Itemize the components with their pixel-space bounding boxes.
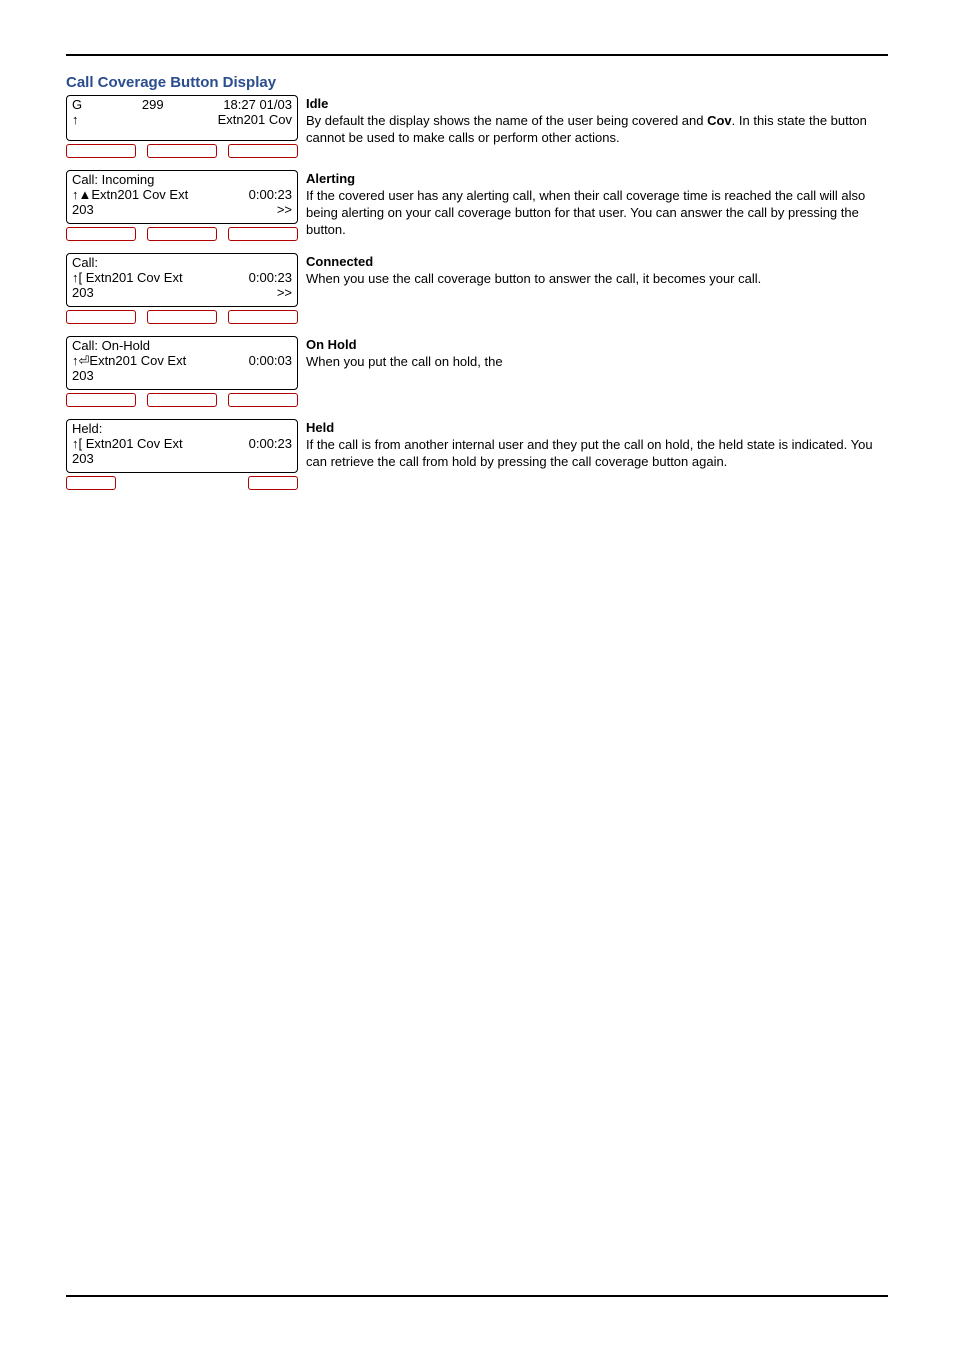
softkey-button[interactable]: [228, 144, 298, 158]
phone-line-3: 203: [72, 451, 292, 466]
state-description-onhold: On Hold When you put the call on hold, t…: [306, 336, 888, 370]
softkey-button[interactable]: [147, 393, 217, 407]
softkey-button[interactable]: [147, 227, 217, 241]
body-pre: By default the display shows the name of…: [306, 113, 707, 128]
phone-line-2: ↑▲Extn201 Cov Ext 0:00:23: [72, 187, 292, 202]
line2-left: ↑[ Extn201 Cov Ext: [72, 436, 183, 451]
softkey-button[interactable]: [228, 227, 298, 241]
line3-left: 203: [72, 368, 94, 383]
state-row-idle: G 299 18:27 01/03 ↑ Extn201 Cov Idle By …: [66, 95, 888, 158]
state-row-held: Held: ↑[ Extn201 Cov Ext 0:00:23 203 Hel…: [66, 419, 888, 490]
line2-left: ↑▲Extn201 Cov Ext: [72, 187, 188, 202]
line2-right: 0:00:03: [249, 353, 292, 368]
state-description-idle: Idle By default the display shows the na…: [306, 95, 888, 146]
softkey-button[interactable]: [228, 310, 298, 324]
state-heading: Alerting: [306, 170, 888, 187]
state-heading: Connected: [306, 253, 888, 270]
phone-line-2: ↑[ Extn201 Cov Ext 0:00:23: [72, 270, 292, 285]
bottom-rule: [66, 1295, 888, 1297]
phone-screen: Call: On-Hold ↑⏎Extn201 Cov Ext 0:00:03 …: [66, 336, 298, 390]
softkey-button[interactable]: [228, 393, 298, 407]
line2-right: 0:00:23: [249, 270, 292, 285]
phone-line-2: ↑⏎Extn201 Cov Ext 0:00:03: [72, 353, 292, 368]
top-rule: [66, 54, 888, 56]
state-description-alerting: Alerting If the covered user has any ale…: [306, 170, 888, 238]
state-body: When you put the call on hold, the: [306, 354, 503, 369]
phone-line-2: ↑[ Extn201 Cov Ext 0:00:23: [72, 436, 292, 451]
softkey-button[interactable]: [66, 310, 136, 324]
softkey-row: [66, 476, 298, 490]
softkey-row: [66, 393, 298, 407]
phone-line-1: G 299 18:27 01/03: [72, 97, 292, 112]
line1-left: Call: On-Hold: [72, 338, 150, 353]
state-heading: On Hold: [306, 336, 888, 353]
softkey-button[interactable]: [147, 310, 217, 324]
phone-screen: Call: ↑[ Extn201 Cov Ext 0:00:23 203 >>: [66, 253, 298, 307]
state-description-held: Held If the call is from another interna…: [306, 419, 888, 470]
phone-line-1: Call: On-Hold: [72, 338, 292, 353]
state-description-connected: Connected When you use the call coverage…: [306, 253, 888, 287]
line3-right: >>: [277, 202, 292, 217]
phone-line-3: 203: [72, 368, 292, 383]
softkey-button[interactable]: [66, 476, 116, 490]
line2-right: 0:00:23: [249, 187, 292, 202]
phone-screen: Call: Incoming ↑▲Extn201 Cov Ext 0:00:23…: [66, 170, 298, 224]
line1-mid: 299: [82, 97, 223, 112]
phone-display-idle: G 299 18:27 01/03 ↑ Extn201 Cov: [66, 95, 298, 158]
phone-line-1: Call: Incoming: [72, 172, 292, 187]
phone-line-2: ↑ Extn201 Cov: [72, 112, 292, 127]
state-row-connected: Call: ↑[ Extn201 Cov Ext 0:00:23 203 >>: [66, 253, 888, 324]
softkey-row: [66, 310, 298, 324]
phone-screen: G 299 18:27 01/03 ↑ Extn201 Cov: [66, 95, 298, 141]
softkey-row: [66, 144, 298, 158]
softkey-button[interactable]: [66, 144, 136, 158]
line3-left: 203: [72, 202, 94, 217]
state-row-onhold: Call: On-Hold ↑⏎Extn201 Cov Ext 0:00:03 …: [66, 336, 888, 407]
line1-left: G: [72, 97, 82, 112]
phone-line-3: 203 >>: [72, 202, 292, 217]
line3-left: 203: [72, 285, 94, 300]
line1-right: 18:27 01/03: [223, 97, 292, 112]
softkey-button[interactable]: [147, 144, 217, 158]
state-heading: Held: [306, 419, 888, 436]
phone-screen: Held: ↑[ Extn201 Cov Ext 0:00:23 203: [66, 419, 298, 473]
document-page: Call Coverage Button Display G 299 18:27…: [0, 0, 954, 1351]
softkey-button[interactable]: [66, 227, 136, 241]
softkey-button[interactable]: [66, 393, 136, 407]
line2-right: Extn201 Cov: [218, 112, 292, 127]
line3-right: >>: [277, 285, 292, 300]
phone-line-3: 203 >>: [72, 285, 292, 300]
body-strong: Cov: [707, 113, 732, 128]
state-row-alerting: Call: Incoming ↑▲Extn201 Cov Ext 0:00:23…: [66, 170, 888, 241]
phone-line-1: Call:: [72, 255, 292, 270]
line1-left: Call:: [72, 255, 98, 270]
softkey-button[interactable]: [248, 476, 298, 490]
phone-display-connected: Call: ↑[ Extn201 Cov Ext 0:00:23 203 >>: [66, 253, 298, 324]
line2-left: ↑: [72, 112, 79, 127]
line3-left: 203: [72, 451, 94, 466]
phone-display-held: Held: ↑[ Extn201 Cov Ext 0:00:23 203: [66, 419, 298, 490]
state-body: When you use the call coverage button to…: [306, 271, 761, 286]
state-body: By default the display shows the name of…: [306, 113, 867, 145]
line1-left: Call: Incoming: [72, 172, 154, 187]
line2-left: ↑⏎Extn201 Cov Ext: [72, 353, 186, 368]
phone-display-onhold: Call: On-Hold ↑⏎Extn201 Cov Ext 0:00:03 …: [66, 336, 298, 407]
phone-display-alerting: Call: Incoming ↑▲Extn201 Cov Ext 0:00:23…: [66, 170, 298, 241]
state-heading: Idle: [306, 95, 888, 112]
line2-left: ↑[ Extn201 Cov Ext: [72, 270, 183, 285]
softkey-row: [66, 227, 298, 241]
section-title: Call Coverage Button Display: [66, 74, 888, 91]
state-body: If the covered user has any alerting cal…: [306, 188, 865, 237]
state-body: If the call is from another internal use…: [306, 437, 873, 469]
line1-left: Held:: [72, 421, 102, 436]
line2-right: 0:00:23: [249, 436, 292, 451]
phone-line-1: Held:: [72, 421, 292, 436]
